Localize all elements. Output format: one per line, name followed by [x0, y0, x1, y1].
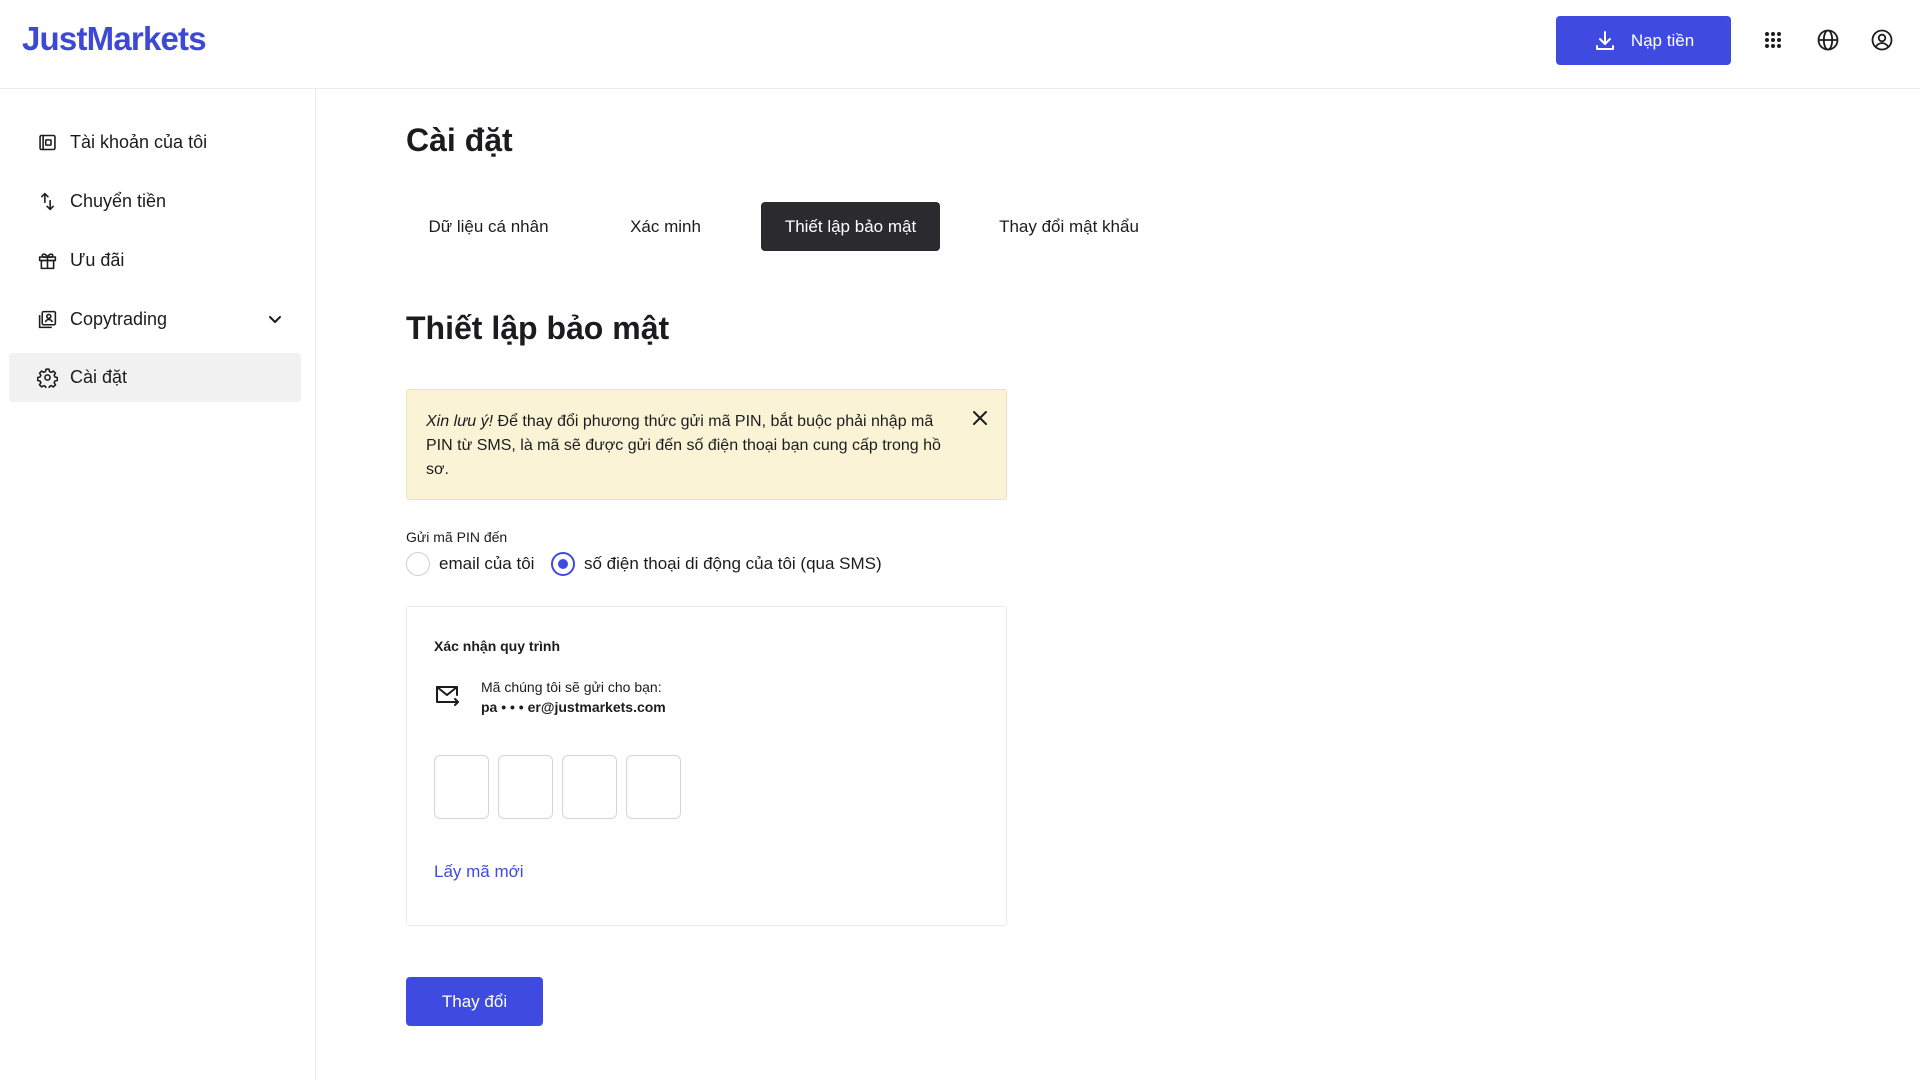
- sidebar-item-label: Copytrading: [70, 309, 168, 329]
- alert-text: Để thay đổi phương thức gửi mã PIN, bắt …: [426, 413, 941, 478]
- close-icon[interactable]: [970, 408, 990, 428]
- pin-method-label: Gửi mã PIN đến: [406, 529, 508, 545]
- tab-security-settings[interactable]: Thiết lập bảo mật: [761, 202, 940, 251]
- pin-option-sms-label: số điện thoại di động của tôi (qua SMS): [584, 554, 882, 573]
- wallet-icon: [36, 132, 58, 154]
- masked-email: pa • • • er@justmarkets.com: [481, 699, 666, 715]
- deposit-button[interactable]: Nạp tiền: [1556, 16, 1731, 65]
- sidebar-item-label: Cài đặt: [70, 367, 128, 387]
- resend-code-link[interactable]: Lấy mã mới: [434, 862, 524, 882]
- radio-sms[interactable]: [551, 552, 575, 576]
- page-title: Cài đặt: [406, 122, 513, 158]
- globe-icon[interactable]: [1816, 28, 1840, 52]
- pin-digit-1[interactable]: [434, 755, 489, 819]
- download-icon: [1595, 30, 1614, 50]
- pin-option-email-label: email của tôi: [439, 554, 535, 573]
- pin-digit-4[interactable]: [626, 755, 681, 819]
- sidebar-item-label: Ưu đãi: [70, 250, 125, 270]
- sidebar-item-copytrading[interactable]: Copytrading: [9, 295, 301, 344]
- deposit-label: Nạp tiền: [1630, 30, 1695, 50]
- gear-icon: [36, 367, 58, 389]
- pin-option-email[interactable]: email của tôi: [406, 551, 534, 577]
- tab-personal-data[interactable]: Dữ liệu cá nhân: [406, 202, 571, 251]
- gift-icon: [36, 250, 58, 272]
- pin-digit-2[interactable]: [498, 755, 553, 819]
- user-circle-icon[interactable]: [1870, 28, 1894, 52]
- confirmation-title: Xác nhận quy trình: [434, 638, 561, 654]
- logo[interactable]: JustMarkets: [22, 20, 207, 58]
- transfer-icon: [36, 191, 58, 213]
- tab-change-password[interactable]: Thay đổi mật khẩu: [965, 202, 1173, 251]
- alert-emphasis: Xin lưu ý!: [426, 413, 494, 430]
- sidebar-item-label: Chuyển tiền: [70, 191, 167, 211]
- sidebar-item-transfer[interactable]: Chuyển tiền: [9, 177, 301, 226]
- sidebar-item-promotions[interactable]: Ưu đãi: [9, 236, 301, 285]
- top-header: JustMarkets Nạp tiền: [0, 0, 1920, 89]
- mail-send-icon: [436, 686, 459, 706]
- code-hint: Mã chúng tôi sẽ gửi cho bạn:: [481, 679, 662, 695]
- chevron-down-icon: [269, 316, 281, 323]
- sidebar-item-settings[interactable]: Cài đặt: [9, 353, 301, 402]
- notice-alert: Xin lưu ý! Để thay đổi phương thức gửi m…: [406, 389, 1007, 500]
- change-button[interactable]: Thay đổi: [406, 977, 543, 1026]
- tab-verification[interactable]: Xác minh: [593, 202, 738, 251]
- sidebar-item-label: Tài khoản của tôi: [70, 132, 208, 152]
- sidebar-item-my-account[interactable]: Tài khoản của tôi: [9, 118, 301, 167]
- copytrading-icon: [36, 309, 58, 331]
- confirmation-box: Xác nhận quy trình Mã chúng tôi sẽ gửi c…: [406, 606, 1007, 926]
- sidebar: Tài khoản của tôi Chuyển tiền Ưu đãi Cop…: [0, 89, 316, 1080]
- section-title: Thiết lập bảo mật: [406, 310, 670, 346]
- pin-option-sms[interactable]: số điện thoại di động của tôi (qua SMS): [551, 551, 882, 577]
- apps-grid-icon[interactable]: [1761, 28, 1785, 52]
- radio-email[interactable]: [406, 552, 430, 576]
- pin-digit-3[interactable]: [562, 755, 617, 819]
